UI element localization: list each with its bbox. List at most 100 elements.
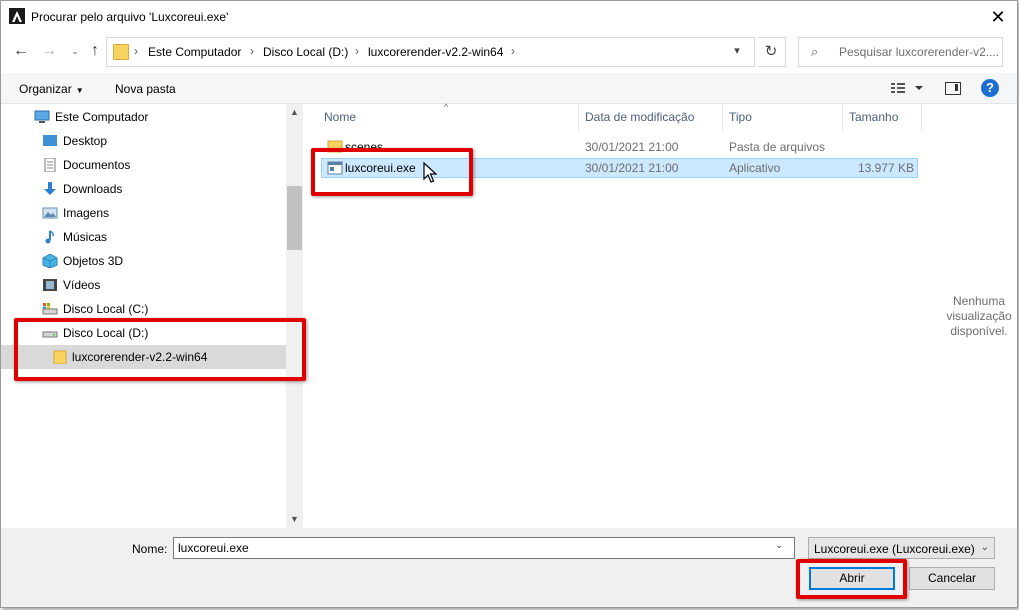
sidebar-item-label: Objetos 3D xyxy=(63,254,124,268)
filename-label: Nome: xyxy=(132,542,168,556)
music-icon xyxy=(42,230,58,244)
downloads-icon xyxy=(42,182,58,196)
column-header-modified[interactable]: Data de modificação xyxy=(585,110,694,132)
sidebar-item-imagens[interactable]: Imagens xyxy=(1,201,286,225)
open-button[interactable]: Abrir xyxy=(809,567,895,590)
sidebar-item-label: Downloads xyxy=(63,182,123,196)
documents-icon xyxy=(42,157,58,173)
organize-label: Organizar xyxy=(19,82,72,96)
sidebar-item-disco-d[interactable]: Disco Local (D:) xyxy=(1,321,286,345)
chevron-right-icon[interactable]: › xyxy=(355,44,359,58)
drive-d-icon xyxy=(42,326,58,340)
file-type: Pasta de arquivos xyxy=(729,140,826,154)
sort-ascending-icon: ^ xyxy=(444,102,449,112)
chevron-right-icon[interactable]: › xyxy=(134,44,138,58)
file-list: ^ Nome Data de modificação Tipo Tamanho … xyxy=(304,102,941,528)
view-options-icon[interactable] xyxy=(889,80,927,96)
file-open-dialog: Procurar pelo arquivo 'Luxcoreui.exe' ✕ … xyxy=(0,0,1018,608)
up-arrow-icon[interactable]: ↑ xyxy=(83,39,107,63)
file-row-luxcoreui[interactable]: luxcoreui.exe 30/01/2021 21:00 Aplicativ… xyxy=(321,158,918,178)
filename-input[interactable] xyxy=(173,537,795,559)
sidebar-item-label: Disco Local (D:) xyxy=(63,326,149,340)
sidebar-item-videos[interactable]: Vídeos xyxy=(1,273,286,297)
column-divider[interactable] xyxy=(842,104,843,130)
file-size: 13.977 KB xyxy=(857,161,914,175)
file-modified: 30/01/2021 21:00 xyxy=(585,140,679,154)
sidebar-item-label: Desktop xyxy=(63,134,108,148)
dialog-footer: Nome: ⌄ Luxcoreui.exe (Luxcoreui.exe) ⌄ … xyxy=(1,528,1017,607)
desktop-icon xyxy=(42,134,58,148)
search-icon: ⌕ xyxy=(811,44,819,59)
breadcrumb-este-computador[interactable]: Este Computador xyxy=(148,45,241,59)
sidebar-item-documentos[interactable]: Documentos xyxy=(1,153,286,177)
back-arrow-icon[interactable]: ← xyxy=(9,39,33,63)
forward-arrow-icon[interactable]: → xyxy=(37,39,61,63)
chevron-right-icon[interactable]: › xyxy=(511,44,515,58)
caret-down-icon: ▼ xyxy=(75,86,84,95)
sidebar-item-objetos-3d[interactable]: Objetos 3D xyxy=(1,249,286,273)
navigation-pane: Este Computador Desktop Documentos Downl… xyxy=(1,104,304,528)
column-divider[interactable] xyxy=(578,104,579,130)
organize-button[interactable]: Organizar ▼ xyxy=(19,82,84,96)
sidebar-item-label: Disco Local (C:) xyxy=(63,302,149,316)
app-logo-icon xyxy=(9,8,25,24)
sidebar-item-label: Imagens xyxy=(63,206,110,220)
sidebar-item-musicas[interactable]: Músicas xyxy=(1,225,286,249)
address-dropdown-icon[interactable]: ▾ xyxy=(727,44,747,60)
column-header-size[interactable]: Tamanho xyxy=(849,110,898,132)
file-type: Aplicativo xyxy=(729,161,781,175)
scrollbar-thumb[interactable] xyxy=(287,186,302,250)
videos-icon xyxy=(42,278,58,292)
drive-c-icon xyxy=(42,302,58,316)
scroll-down-icon[interactable]: ▼ xyxy=(286,511,303,528)
breadcrumb-disco-d[interactable]: Disco Local (D:) xyxy=(263,45,348,59)
sidebar-item-label: Este Computador xyxy=(55,110,149,124)
chevron-right-icon[interactable]: › xyxy=(250,44,254,58)
computer-icon xyxy=(34,110,50,124)
command-bar: Organizar ▼ Nova pasta ? xyxy=(1,73,1017,104)
window-title: Procurar pelo arquivo 'Luxcoreui.exe' xyxy=(31,10,229,24)
sidebar-item-disco-c[interactable]: Disco Local (C:) xyxy=(1,297,286,321)
sidebar-item-label: Vídeos xyxy=(63,278,101,292)
sidebar-item-este-computador[interactable]: Este Computador xyxy=(1,105,286,129)
mouse-cursor-icon xyxy=(423,161,438,187)
filetype-select[interactable]: Luxcoreui.exe (Luxcoreui.exe) ⌄ xyxy=(808,537,995,559)
application-icon xyxy=(327,161,343,178)
breadcrumb-luxcorerender[interactable]: luxcorerender-v2.2-win64 xyxy=(368,45,503,59)
cancel-button[interactable]: Cancelar xyxy=(909,567,995,590)
sidebar-item-downloads[interactable]: Downloads xyxy=(1,177,286,201)
3d-objects-icon xyxy=(42,253,58,269)
refresh-icon[interactable]: ↻ xyxy=(757,37,786,67)
column-divider[interactable] xyxy=(722,104,723,130)
images-icon xyxy=(42,206,58,220)
search-input[interactable]: ⌕ Pesquisar luxcorerender-v2.... xyxy=(798,37,1003,67)
column-header-name[interactable]: Nome xyxy=(324,110,356,132)
file-name: luxcoreui.exe xyxy=(345,161,416,175)
filename-dropdown-icon[interactable]: ⌄ xyxy=(775,540,783,551)
navigation-scrollbar[interactable]: ▲ ▼ xyxy=(286,104,303,528)
no-preview-text: Nenhuma visualização disponível. xyxy=(946,294,1012,338)
close-icon[interactable]: ✕ xyxy=(985,5,1011,29)
preview-pane-icon[interactable] xyxy=(945,82,961,95)
file-name: scenes xyxy=(345,140,384,154)
chevron-down-icon: ⌄ xyxy=(980,542,989,553)
scroll-up-icon[interactable]: ▲ xyxy=(286,104,303,121)
filetype-value: Luxcoreui.exe (Luxcoreui.exe) xyxy=(814,542,975,556)
column-divider[interactable] xyxy=(921,104,922,130)
folder-icon xyxy=(113,44,129,60)
new-folder-button[interactable]: Nova pasta xyxy=(115,82,176,96)
folder-icon xyxy=(327,139,343,156)
search-placeholder: Pesquisar luxcorerender-v2.... xyxy=(839,45,1000,59)
sidebar-item-luxcorerender[interactable]: luxcorerender-v2.2-win64 xyxy=(1,345,286,369)
address-bar[interactable]: › Este Computador › Disco Local (D:) › l… xyxy=(106,37,755,67)
file-modified: 30/01/2021 21:00 xyxy=(585,161,679,175)
sidebar-item-label: Músicas xyxy=(63,230,108,244)
sidebar-item-label: Documentos xyxy=(63,158,131,172)
column-header-type[interactable]: Tipo xyxy=(729,110,752,132)
folder-icon xyxy=(53,350,69,365)
help-icon[interactable]: ? xyxy=(981,79,999,97)
file-row-scenes[interactable]: scenes 30/01/2021 21:00 Pasta de arquivo… xyxy=(321,137,918,157)
preview-pane: Nenhuma visualização disponível. xyxy=(941,104,1017,528)
title-bar: Procurar pelo arquivo 'Luxcoreui.exe' ✕ xyxy=(1,1,1017,33)
sidebar-item-desktop[interactable]: Desktop xyxy=(1,129,286,153)
